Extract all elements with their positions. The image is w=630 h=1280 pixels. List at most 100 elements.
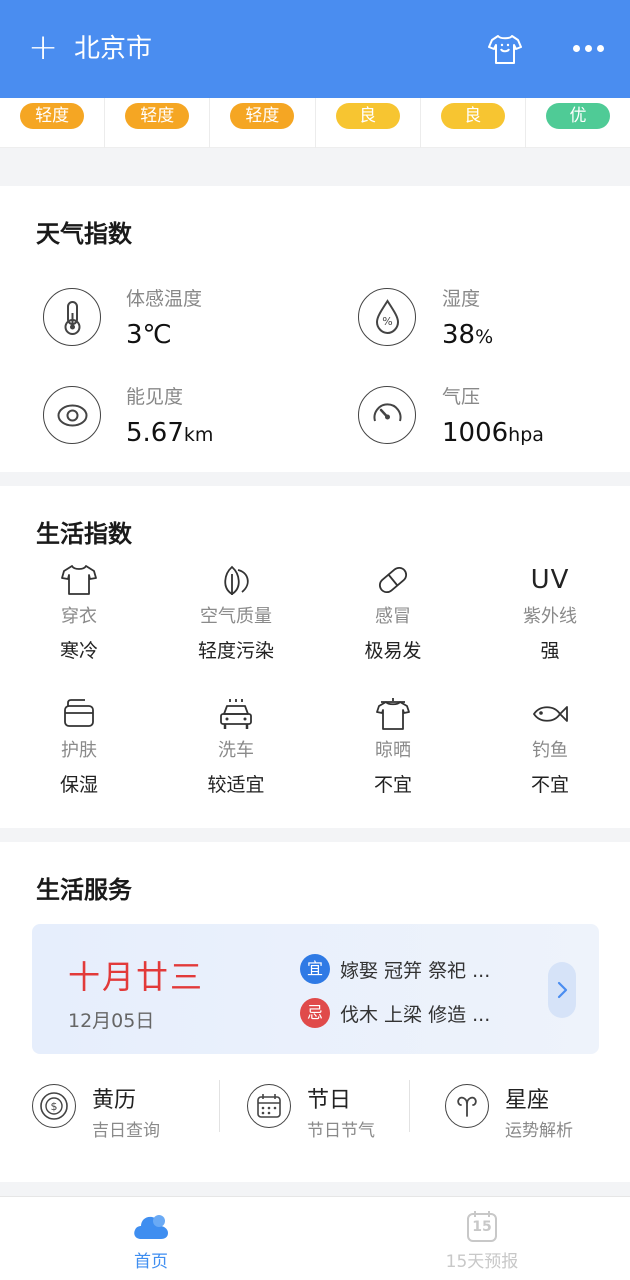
humidity-unit: % bbox=[475, 326, 494, 348]
life-index-air-quality[interactable]: 空气质量 轻度污染 bbox=[176, 562, 296, 663]
life-index-car-wash[interactable]: 洗车 较适宜 bbox=[176, 696, 296, 797]
service-title: 节日 bbox=[307, 1088, 352, 1113]
tshirt-icon[interactable] bbox=[486, 30, 524, 68]
humidity-value: 38% bbox=[442, 320, 493, 350]
aries-icon bbox=[445, 1084, 489, 1128]
feels-like-number: 3℃ bbox=[126, 320, 172, 350]
life-index-value: 轻度污染 bbox=[197, 640, 274, 662]
visibility-label: 能见度 bbox=[126, 386, 184, 408]
aqi-cell[interactable]: 轻度 bbox=[0, 98, 106, 148]
life-index-label: 钓鱼 bbox=[532, 740, 568, 761]
life-index-value: 强 bbox=[540, 640, 560, 662]
service-horoscope[interactable]: 星座 运势解析 bbox=[445, 1082, 595, 1141]
yi-row: 宜嫁娶 冠笄 祭祀 ... bbox=[300, 954, 490, 984]
calendar-15-icon: 15 bbox=[465, 1209, 499, 1243]
life-index-uv[interactable]: UV 紫外线 强 bbox=[490, 562, 610, 663]
nav-label: 首页 bbox=[134, 1252, 168, 1272]
eye-icon bbox=[43, 386, 101, 444]
app-header: + 北京市 bbox=[0, 0, 630, 98]
aqi-cell[interactable]: 轻度 bbox=[210, 98, 316, 148]
calendar-icon bbox=[247, 1084, 291, 1128]
hanger-shirt-icon bbox=[376, 698, 410, 730]
chevron-right-icon[interactable] bbox=[548, 962, 576, 1018]
life-index-value: 较适宜 bbox=[207, 774, 265, 796]
lunar-date: 十月廿三 bbox=[68, 958, 205, 996]
divider bbox=[409, 1080, 410, 1132]
life-index-label: 洗车 bbox=[218, 740, 254, 761]
bottom-navigation: 首页 15 15天预报 bbox=[0, 1196, 630, 1280]
pressure-label: 气压 bbox=[442, 386, 481, 408]
pressure-number: 1006 bbox=[442, 418, 509, 448]
pressure-gauge-icon bbox=[358, 386, 416, 444]
nav-label: 15天预报 bbox=[445, 1252, 519, 1272]
aqi-cell[interactable]: 优 bbox=[526, 98, 630, 148]
life-index-label: 穿衣 bbox=[61, 606, 97, 627]
nav-15day-forecast[interactable]: 15 15天预报 bbox=[422, 1209, 542, 1272]
svg-text:$: $ bbox=[51, 1100, 58, 1113]
add-city-button[interactable]: + bbox=[28, 30, 58, 66]
aqi-cell[interactable]: 良 bbox=[421, 98, 526, 148]
visibility-unit: km bbox=[183, 424, 214, 446]
life-index-label: 空气质量 bbox=[200, 606, 272, 627]
humidity-number: 38 bbox=[442, 320, 476, 350]
city-name[interactable]: 北京市 bbox=[74, 32, 152, 66]
aqi-badge: 轻度 bbox=[125, 103, 190, 129]
aqi-badge: 良 bbox=[440, 103, 505, 129]
service-festival[interactable]: 节日 节日节气 bbox=[247, 1082, 397, 1141]
aqi-badge: 轻度 bbox=[20, 103, 85, 129]
thermometer-icon bbox=[43, 288, 101, 346]
svg-text:%: % bbox=[382, 315, 392, 328]
nav-home[interactable]: 首页 bbox=[91, 1209, 211, 1272]
service-subtitle: 吉日查询 bbox=[92, 1121, 160, 1141]
almanac-banner[interactable]: 十月廿三 12月05日 宜嫁娶 冠笄 祭祀 ... 忌伐木 上梁 修造 ... bbox=[32, 924, 599, 1054]
life-index-label: 感冒 bbox=[375, 606, 411, 627]
service-almanac[interactable]: $ 黄历 吉日查询 bbox=[32, 1082, 202, 1141]
pressure-unit: hpa bbox=[508, 424, 544, 446]
pill-icon bbox=[378, 566, 408, 594]
life-index-label: 晾晒 bbox=[375, 740, 411, 761]
calendar-15-number: 15 bbox=[472, 1219, 492, 1235]
coin-icon: $ bbox=[32, 1084, 76, 1128]
life-index-label: 护肤 bbox=[61, 740, 97, 761]
car-icon bbox=[220, 699, 252, 729]
life-index-value: 保湿 bbox=[59, 774, 98, 796]
weather-index-card: 天气指数 体感温度 3℃ % 湿度 38% 能见度 5.67km 气压 1006… bbox=[0, 186, 630, 472]
leaf-icon bbox=[224, 565, 249, 596]
section-title: 生活指数 bbox=[36, 520, 132, 548]
visibility-value: 5.67km bbox=[126, 418, 213, 448]
feels-like-value: 3℃ bbox=[126, 320, 172, 350]
wallet-icon bbox=[64, 699, 94, 727]
life-index-card: 生活指数 穿衣 寒冷 空气质量 轻度污染 感冒 极易发 UV 紫外线 强 护肤 … bbox=[0, 486, 630, 828]
tshirt-icon bbox=[61, 565, 97, 595]
aqi-cell[interactable]: 轻度 bbox=[105, 98, 211, 148]
aqi-badge: 良 bbox=[335, 103, 400, 129]
life-index-cold[interactable]: 感冒 极易发 bbox=[333, 562, 453, 663]
life-index-label: 紫外线 bbox=[523, 606, 577, 627]
life-index-fishing[interactable]: 钓鱼 不宜 bbox=[490, 696, 610, 797]
life-index-drying[interactable]: 晾晒 不宜 bbox=[333, 696, 453, 797]
aqi-badge: 轻度 bbox=[230, 103, 295, 129]
section-title: 天气指数 bbox=[36, 220, 132, 248]
life-index-clothing[interactable]: 穿衣 寒冷 bbox=[19, 562, 139, 663]
yi-badge: 宜 bbox=[300, 954, 330, 984]
ji-text: 伐木 上梁 修造 ... bbox=[340, 1003, 491, 1026]
aqi-cell[interactable]: 良 bbox=[316, 98, 421, 148]
aqi-forecast-strip: 轻度 轻度 轻度 良 良 优 bbox=[0, 98, 630, 148]
life-index-skincare[interactable]: 护肤 保湿 bbox=[19, 696, 139, 797]
life-index-value: 极易发 bbox=[364, 640, 422, 662]
aqi-badge: 优 bbox=[545, 103, 610, 129]
uv-icon: UV bbox=[530, 565, 570, 595]
more-dots-icon[interactable] bbox=[570, 40, 606, 56]
ji-row: 忌伐木 上梁 修造 ... bbox=[300, 998, 490, 1028]
life-index-value: 不宜 bbox=[373, 774, 412, 796]
section-title: 生活服务 bbox=[36, 876, 132, 904]
humidity-drop-icon: % bbox=[358, 288, 416, 346]
cloud-icon bbox=[134, 1215, 168, 1239]
visibility-number: 5.67 bbox=[126, 418, 184, 448]
life-index-value: 不宜 bbox=[530, 774, 569, 796]
service-subtitle: 运势解析 bbox=[505, 1121, 573, 1141]
feels-like-label: 体感温度 bbox=[126, 288, 203, 310]
service-title: 黄历 bbox=[92, 1088, 137, 1113]
ji-badge: 忌 bbox=[300, 998, 330, 1028]
service-title: 星座 bbox=[505, 1088, 550, 1113]
